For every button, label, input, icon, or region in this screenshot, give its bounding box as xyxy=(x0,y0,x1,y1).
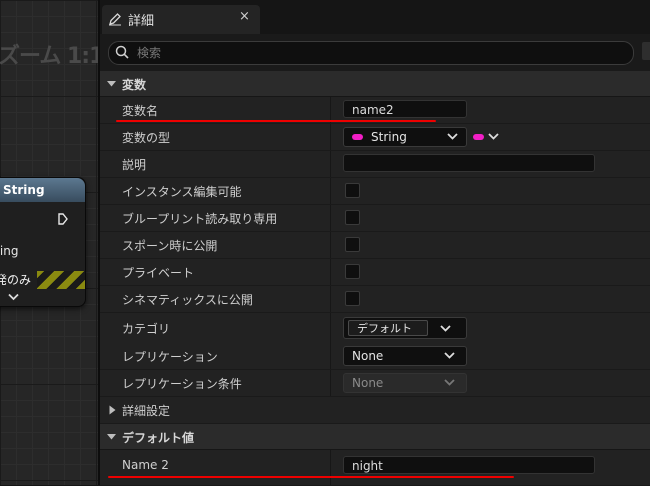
property-label: インスタンス編集可能 xyxy=(122,185,242,199)
column-divider[interactable] xyxy=(330,370,331,396)
collapse-arrow-icon xyxy=(107,434,116,440)
chevron-down-icon xyxy=(488,133,499,140)
property-label: ブループリント読み取り専用 xyxy=(122,212,278,226)
search-icon xyxy=(115,45,129,59)
string-pin-icon xyxy=(352,133,363,140)
row-default-name: Name 2 night xyxy=(100,450,650,486)
close-icon[interactable]: × xyxy=(239,9,250,24)
property-label: プライベート xyxy=(122,266,195,280)
column-divider[interactable] xyxy=(330,178,331,204)
row-variable-type: 変数の型 String xyxy=(100,124,650,151)
tab-details[interactable]: 詳細 × xyxy=(102,5,260,34)
row-expose-on-spawn: スポーン時に公開 xyxy=(100,232,650,259)
zoom-label: ズーム 1:1 xyxy=(0,44,98,69)
property-label: スポーン時に公開 xyxy=(122,239,218,253)
property-label: Name 2 xyxy=(122,458,169,472)
variable-name-input[interactable]: name2 xyxy=(343,100,467,118)
node-output-label: ring xyxy=(0,244,19,258)
property-label: カテゴリ xyxy=(122,322,171,336)
variable-type-dropdown[interactable]: String xyxy=(343,127,467,147)
graph-node[interactable]: String ring 発のみ xyxy=(0,177,86,307)
details-panel: 詳細 × 変数 変数名 name2 変数の型 String 説明 xyxy=(98,0,650,486)
column-divider[interactable] xyxy=(330,343,331,369)
row-category: カテゴリ デフォルト xyxy=(100,313,650,344)
chevron-down-icon[interactable] xyxy=(8,293,19,301)
property-label: 変数の型 xyxy=(122,131,171,145)
instance-editable-checkbox[interactable] xyxy=(345,183,360,198)
string-pin-icon xyxy=(473,134,484,140)
exec-pin-icon[interactable] xyxy=(58,213,68,225)
description-input[interactable] xyxy=(343,154,595,172)
row-description: 説明 xyxy=(100,151,650,178)
replication-condition-dropdown: None xyxy=(343,373,467,393)
chevron-down-icon xyxy=(444,379,455,386)
replication-dropdown[interactable]: None xyxy=(343,346,467,366)
property-label: レプリケーション xyxy=(122,350,218,364)
column-divider[interactable] xyxy=(330,313,331,343)
container-type-dropdown[interactable] xyxy=(473,131,503,143)
row-private: プライベート xyxy=(100,259,650,286)
node-title: String xyxy=(0,178,85,202)
column-divider[interactable] xyxy=(330,450,331,485)
default-value-input[interactable]: night xyxy=(343,456,595,474)
pencil-icon xyxy=(109,13,121,26)
development-only-label: 発のみ xyxy=(0,271,38,289)
category-combobox[interactable]: デフォルト xyxy=(343,317,467,339)
graph-canvas[interactable]: ズーム 1:1 String ring 発のみ xyxy=(0,0,98,485)
column-divider[interactable] xyxy=(330,259,331,285)
column-divider[interactable] xyxy=(330,205,331,231)
chevron-down-icon xyxy=(447,133,458,140)
panel-options-button[interactable] xyxy=(642,42,650,60)
search-input[interactable] xyxy=(135,43,619,63)
property-label: 説明 xyxy=(122,158,147,172)
collapse-arrow-icon xyxy=(107,81,116,87)
search-bar xyxy=(108,41,634,65)
column-divider[interactable] xyxy=(330,232,331,258)
expose-on-spawn-checkbox[interactable] xyxy=(345,237,360,252)
replication-value: None xyxy=(352,349,384,363)
blueprint-read-only-checkbox[interactable] xyxy=(345,210,360,225)
replication-condition-value: None xyxy=(352,376,384,390)
section-title: 変数 xyxy=(122,78,147,92)
row-replication: レプリケーション None xyxy=(100,343,650,370)
property-label: 変数名 xyxy=(122,104,159,118)
section-title: 詳細設定 xyxy=(122,404,171,418)
section-default-value[interactable]: デフォルト値 xyxy=(100,424,650,450)
annotation-underline xyxy=(116,120,436,122)
property-label: レプリケーション条件 xyxy=(122,377,242,391)
tab-bar: 詳細 × xyxy=(100,0,650,34)
variable-type-value: String xyxy=(371,130,407,144)
expose-to-cinematics-checkbox[interactable] xyxy=(345,291,360,306)
annotation-underline xyxy=(108,476,514,478)
chevron-down-icon xyxy=(440,325,451,332)
chevron-down-icon xyxy=(444,352,455,359)
section-title: デフォルト値 xyxy=(122,431,195,445)
expand-arrow-icon xyxy=(109,405,116,415)
column-divider[interactable] xyxy=(330,286,331,312)
row-replication-condition: レプリケーション条件 None xyxy=(100,370,650,397)
column-divider[interactable] xyxy=(330,151,331,177)
row-expose-to-cinematics: シネマティックスに公開 xyxy=(100,286,650,313)
section-variable[interactable]: 変数 xyxy=(100,71,650,97)
private-checkbox[interactable] xyxy=(345,264,360,279)
tab-title: 詳細 xyxy=(128,14,155,29)
row-blueprint-read-only: ブループリント読み取り専用 xyxy=(100,205,650,232)
section-advanced[interactable]: 詳細設定 xyxy=(100,397,650,424)
category-value[interactable]: デフォルト xyxy=(348,320,428,336)
column-divider[interactable] xyxy=(330,124,331,150)
row-instance-editable: インスタンス編集可能 xyxy=(100,178,650,205)
property-label: シネマティックスに公開 xyxy=(122,293,253,307)
